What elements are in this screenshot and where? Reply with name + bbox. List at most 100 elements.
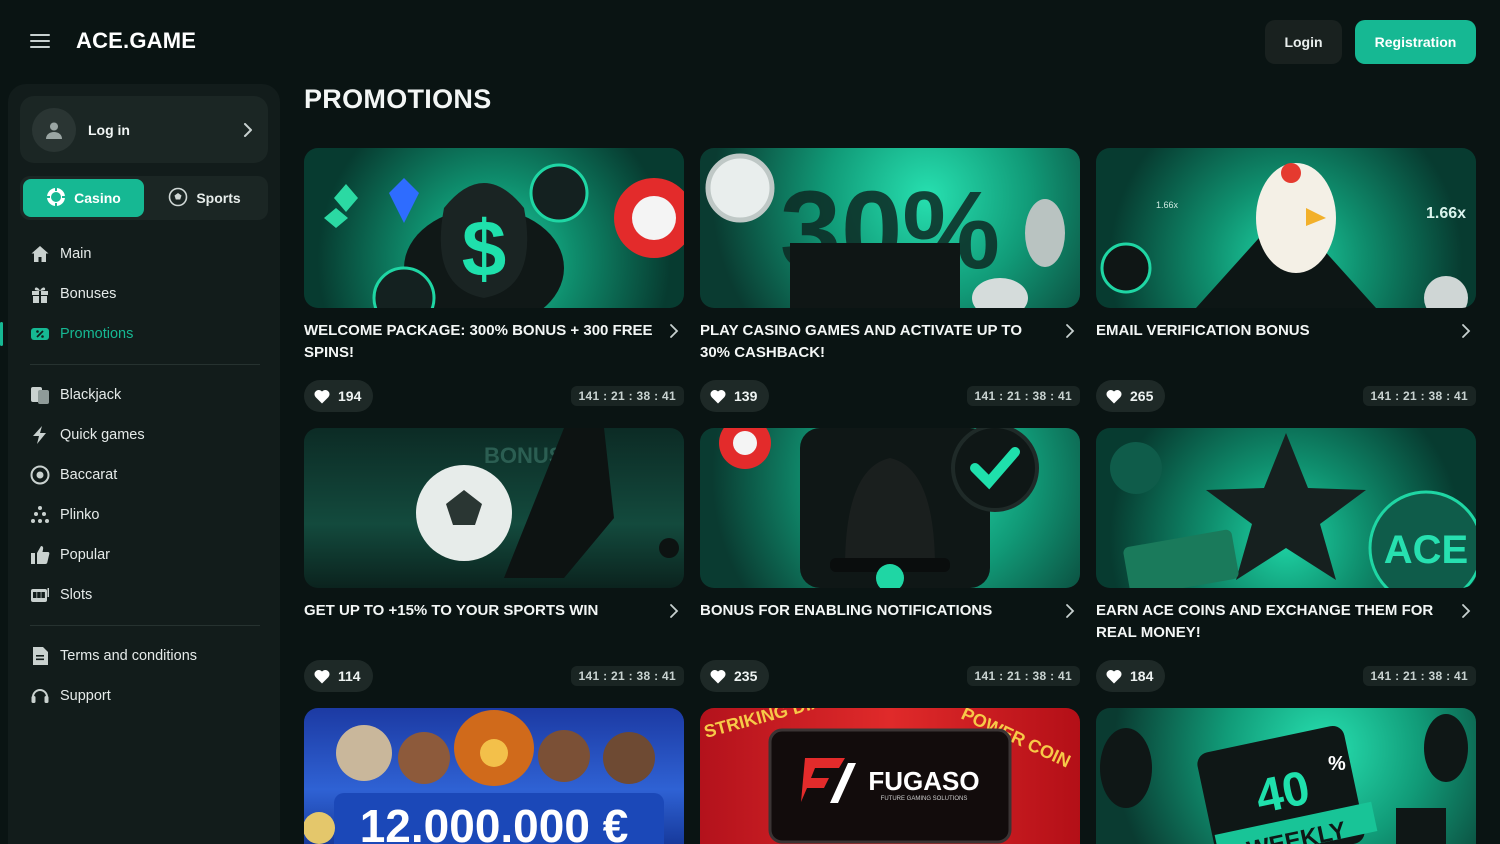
promo-card-title[interactable]: GET UP TO +15% TO YOUR SPORTS WIN (304, 600, 654, 622)
promo-card-image[interactable]: 40 % WEEKLY (1096, 708, 1476, 844)
sidebar-item-support[interactable]: Support (8, 676, 280, 716)
thumbs-up-icon (30, 545, 50, 565)
promo-card[interactable]: 30% PLAY CASINO GAMES AND ACTIVATE UP TO… (700, 148, 1080, 412)
slot-machine-icon (30, 585, 50, 605)
gift-icon (30, 284, 50, 304)
user-avatar-icon (32, 107, 76, 152)
chevron-right-icon[interactable] (666, 602, 682, 620)
svg-text:40: 40 (1251, 761, 1314, 824)
page-title: PROMOTIONS (304, 84, 492, 114)
headset-icon (30, 686, 50, 706)
heart-icon (1106, 389, 1122, 403)
sidebar-divider (30, 625, 260, 626)
svg-text:ACE: ACE (1384, 528, 1468, 572)
like-button[interactable]: 265 (1096, 380, 1166, 412)
promo-card[interactable]: BONUS FOR ENABLING NOTIFICATIONS 235 141… (700, 428, 1080, 692)
heart-icon (710, 669, 726, 683)
site-logo[interactable]: ACE.GAME (76, 28, 196, 54)
sidebar-login-label: Log in (88, 121, 130, 138)
sidebar-item-plinko[interactable]: Plinko (8, 495, 280, 535)
sidebar-item-quick-games[interactable]: Quick games (8, 415, 280, 455)
cards-icon (30, 385, 50, 405)
sidebar-item-baccarat[interactable]: Baccarat (8, 455, 280, 495)
like-button[interactable]: 184 (1096, 660, 1166, 692)
heart-icon (314, 669, 330, 683)
promo-card-image[interactable]: 12.000.000 € (304, 708, 684, 844)
promo-card-image[interactable]: 1.66x 1.66x (1096, 148, 1476, 308)
promo-card[interactable]: 1.66x 1.66x EMAIL VERIFICATION BONUS 265… (1096, 148, 1476, 412)
promo-card[interactable]: 40 % WEEKLY (1096, 708, 1476, 844)
svg-text:%: % (1328, 753, 1346, 775)
sidebar-login-card[interactable]: Log in (20, 96, 268, 163)
like-button[interactable]: 114 (304, 660, 373, 692)
top-header: ACE.GAME Login Registration (0, 0, 1500, 84)
promo-card-title[interactable]: EMAIL VERIFICATION BONUS (1096, 320, 1446, 342)
sidebar-item-bonuses[interactable]: Bonuses (8, 274, 280, 314)
sidebar-item-blackjack[interactable]: Blackjack (8, 375, 280, 415)
svg-text:FUGASO: FUGASO (868, 766, 979, 796)
nav-info: Terms and conditions Support (8, 636, 280, 716)
chevron-right-icon[interactable] (1458, 602, 1474, 620)
promo-card-title[interactable]: BONUS FOR ENABLING NOTIFICATIONS (700, 600, 1050, 622)
sidebar-item-main[interactable]: Main (8, 234, 280, 274)
sidebar-item-label: Popular (60, 547, 110, 563)
tab-casino-label: Casino (74, 190, 121, 206)
sidebar-item-promotions[interactable]: Promotions (0, 314, 280, 354)
countdown-timer: 141 : 21 : 38 : 41 (570, 666, 684, 686)
chevron-right-icon[interactable] (1062, 602, 1078, 620)
chevron-right-icon (228, 122, 268, 137)
nav-games: Blackjack Quick games Baccarat Plinko Po… (8, 375, 280, 615)
sidebar-item-slots[interactable]: Slots (8, 575, 280, 615)
promo-card-title[interactable]: WELCOME PACKAGE: 300% BONUS + 300 FREE S… (304, 320, 654, 364)
countdown-timer: 141 : 21 : 38 : 41 (966, 666, 1080, 686)
promo-card[interactable]: 12.000.000 € (304, 708, 684, 844)
heart-icon (1106, 669, 1122, 683)
promo-card[interactable]: ACE EARN ACE COINS AND EXCHANGE THEM FOR… (1096, 428, 1476, 692)
sidebar-item-terms[interactable]: Terms and conditions (8, 636, 280, 676)
like-count: 235 (734, 668, 758, 684)
tab-sports[interactable]: Sports (144, 179, 265, 217)
promo-card-title[interactable]: EARN ACE COINS AND EXCHANGE THEM FOR REA… (1096, 600, 1446, 644)
promo-card-image[interactable]: BONUS (304, 428, 684, 588)
like-button[interactable]: 139 (700, 380, 770, 412)
sidebar-item-label: Bonuses (60, 286, 117, 302)
tab-casino[interactable]: Casino (23, 179, 144, 217)
sidebar-item-label: Plinko (60, 507, 100, 523)
sidebar-item-label: Main (60, 246, 92, 262)
sidebar-item-label: Terms and conditions (60, 648, 198, 664)
nav-primary: Main Bonuses Promotions (0, 234, 280, 354)
like-button[interactable]: 235 (700, 660, 770, 692)
countdown-timer: 141 : 21 : 38 : 41 (1362, 386, 1476, 406)
promo-card-image[interactable]: ACE (1096, 428, 1476, 588)
registration-button[interactable]: Registration (1355, 20, 1476, 64)
heart-icon (710, 389, 726, 403)
promo-card-image[interactable]: $ (304, 148, 684, 308)
sidebar-item-popular[interactable]: Popular (8, 535, 280, 575)
countdown-timer: 141 : 21 : 38 : 41 (1362, 666, 1476, 686)
promo-card[interactable]: $ WELCOME PACKAGE: 300% BONUS + 300 FREE… (304, 148, 684, 412)
login-button[interactable]: Login (1265, 20, 1342, 64)
menu-icon[interactable] (28, 30, 52, 52)
ticket-icon (30, 324, 50, 344)
like-button[interactable]: 194 (304, 380, 374, 412)
promo-card-title[interactable]: PLAY CASINO GAMES AND ACTIVATE UP TO 30%… (700, 320, 1050, 364)
promo-card-image[interactable] (700, 428, 1080, 588)
heart-icon (314, 389, 330, 403)
chevron-right-icon[interactable] (1458, 322, 1474, 340)
promo-card[interactable]: STRIKING DIAMO POWER COIN FUGASO FUTURE … (700, 708, 1080, 844)
svg-text:FUTURE GAMING SOLUTIONS: FUTURE GAMING SOLUTIONS (881, 796, 968, 802)
promo-card-image[interactable]: 30% (700, 148, 1080, 308)
home-icon (30, 244, 50, 264)
sidebar-item-label: Slots (60, 587, 93, 603)
casino-chip-icon (46, 187, 66, 210)
promo-card-image[interactable]: STRIKING DIAMO POWER COIN FUGASO FUTURE … (700, 708, 1080, 844)
like-count: 114 (338, 668, 361, 684)
sidebar-item-label: Quick games (60, 427, 145, 443)
chevron-right-icon[interactable] (666, 322, 682, 340)
like-count: 194 (338, 388, 362, 404)
countdown-timer: 141 : 21 : 38 : 41 (570, 386, 684, 406)
sidebar-divider (30, 364, 260, 365)
svg-text:1.66x: 1.66x (1426, 205, 1466, 222)
promo-card[interactable]: BONUS GET UP TO +15% TO YOUR SPORTS WIN … (304, 428, 684, 692)
chevron-right-icon[interactable] (1062, 322, 1078, 340)
